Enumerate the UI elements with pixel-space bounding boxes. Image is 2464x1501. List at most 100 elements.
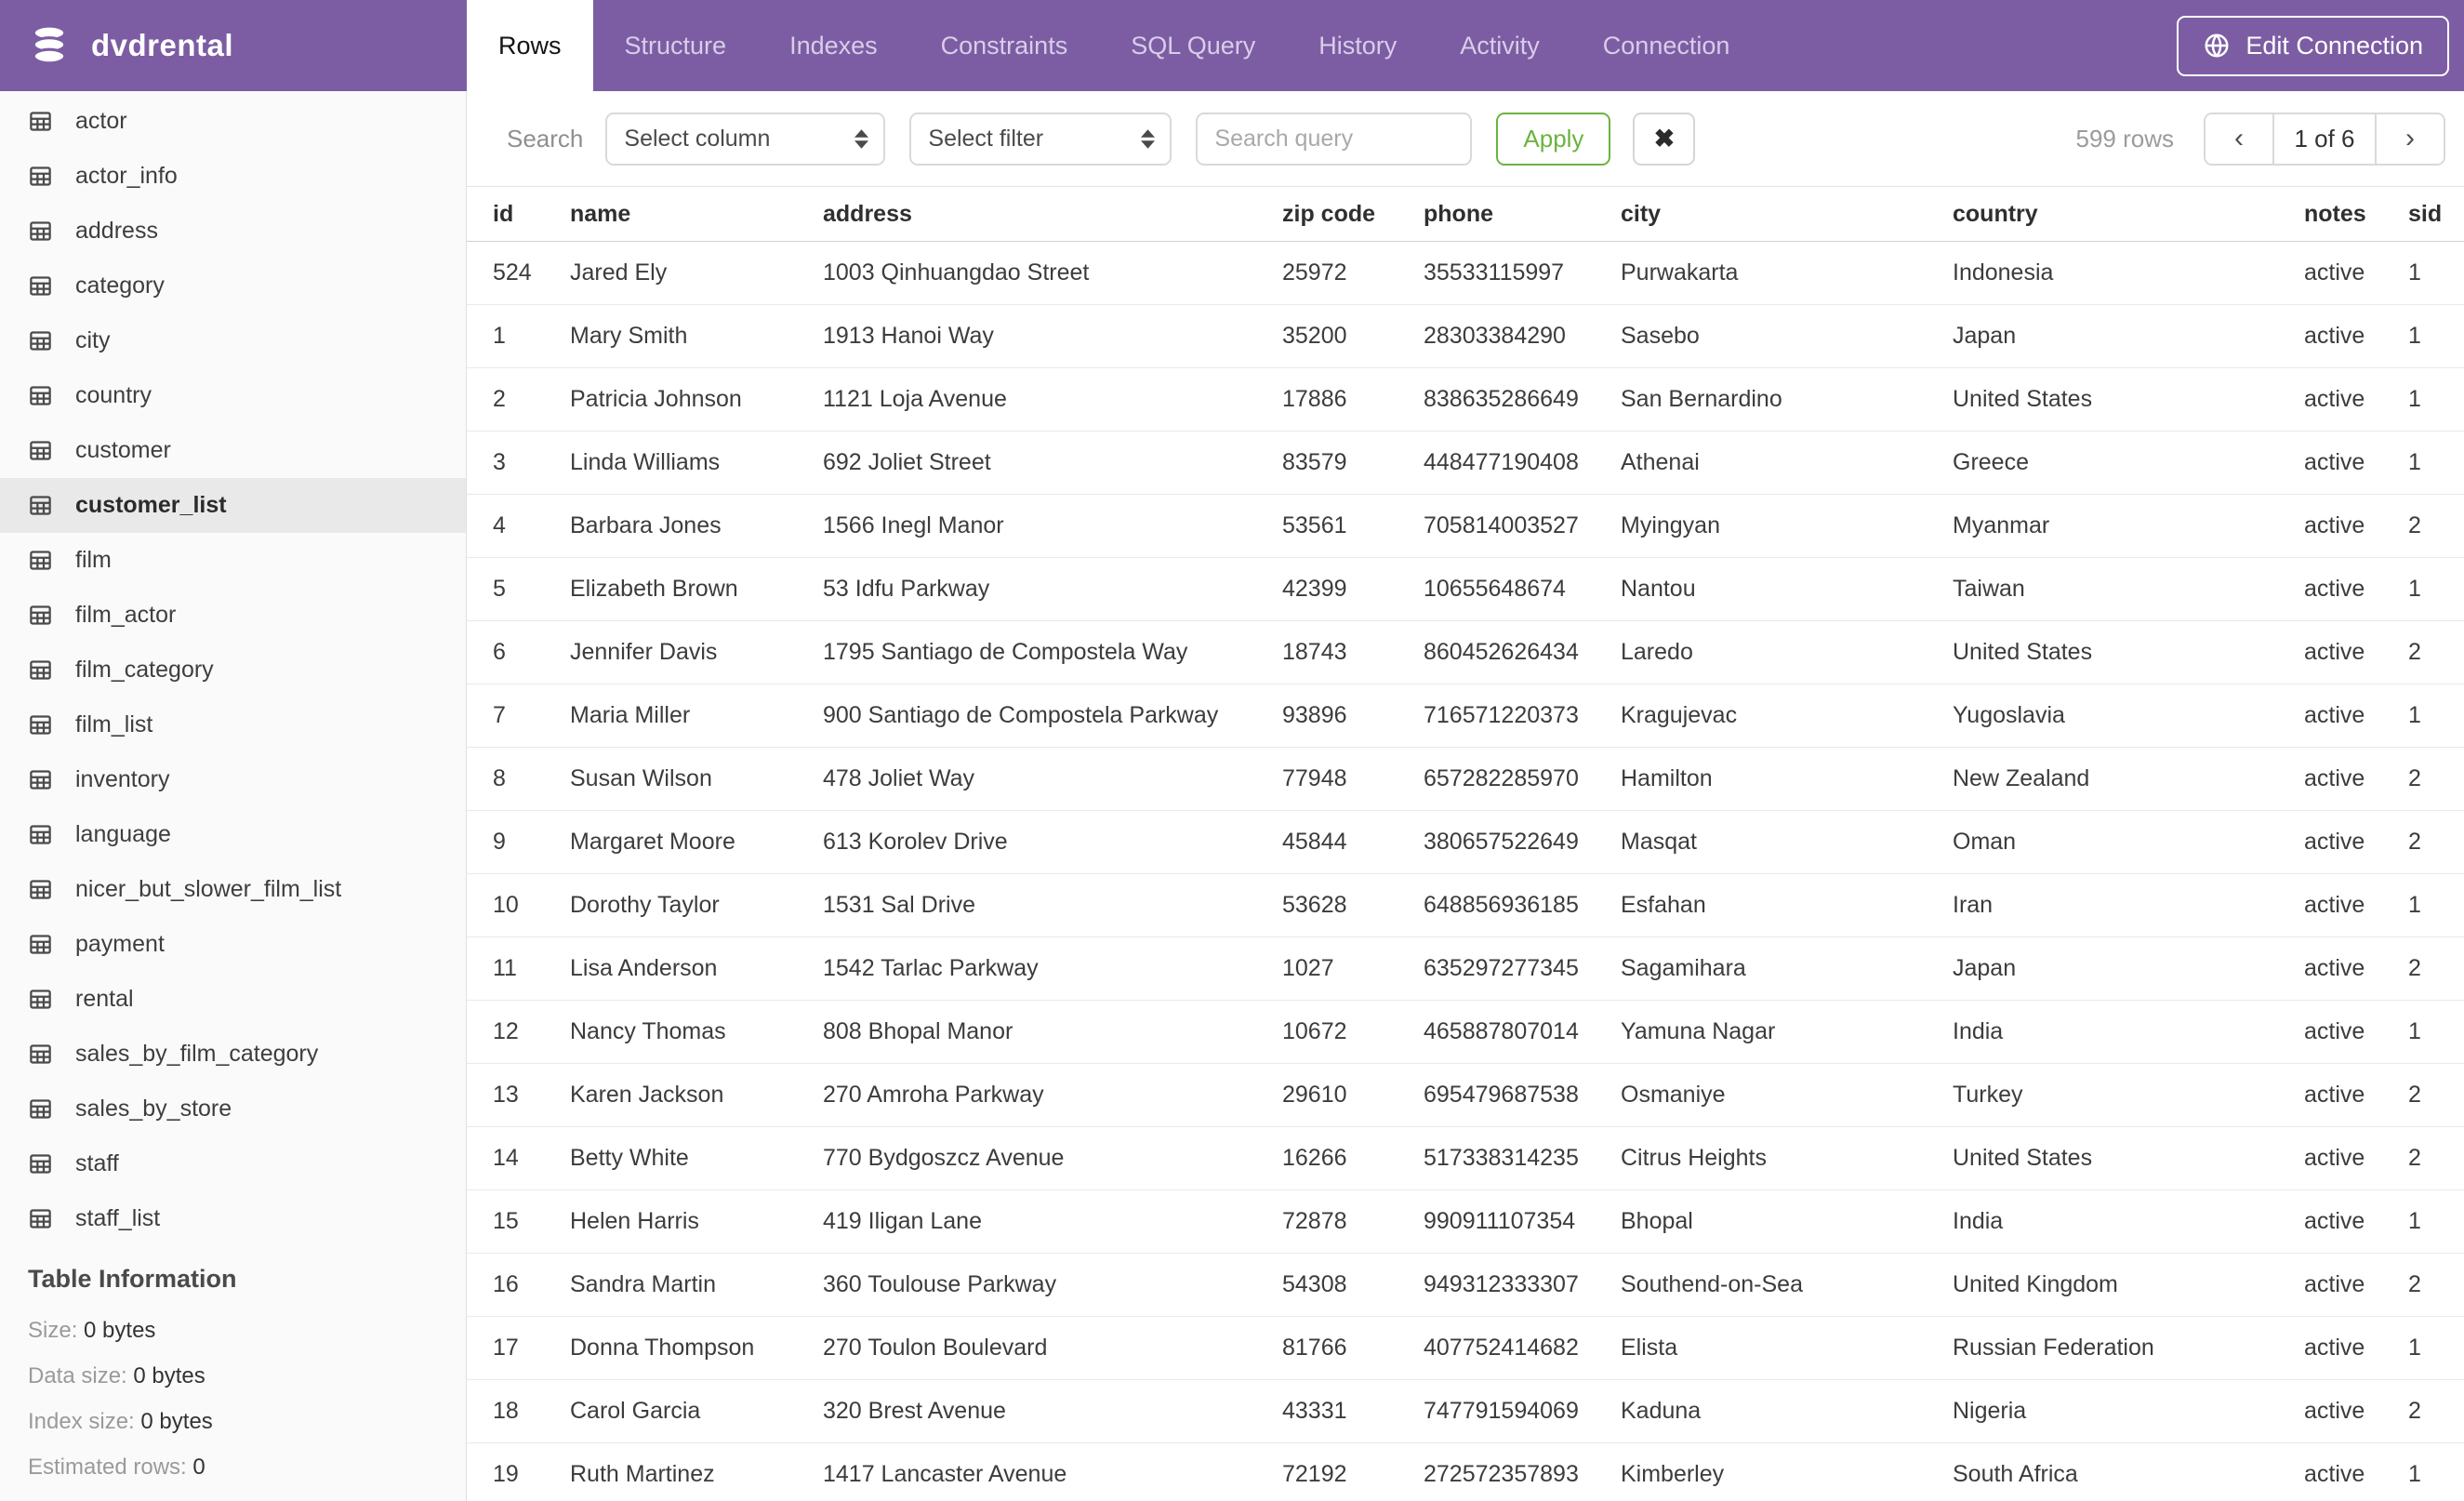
table-cell[interactable]: 1003 Qinhuangdao Street	[823, 241, 1282, 305]
table-cell[interactable]: 613 Korolev Drive	[823, 810, 1282, 874]
table-cell[interactable]: 1913 Hanoi Way	[823, 304, 1282, 368]
table-cell[interactable]: 949312333307	[1424, 1253, 1621, 1317]
table-cell[interactable]: 270 Toulon Boulevard	[823, 1316, 1282, 1380]
table-cell[interactable]: Yamuna Nagar	[1621, 1000, 1953, 1064]
table-cell[interactable]: 1531 Sal Drive	[823, 873, 1282, 937]
table-cell[interactable]: 1417 Lancaster Avenue	[823, 1442, 1282, 1501]
prev-page-button[interactable]: ‹	[2206, 113, 2272, 164]
table-cell[interactable]: 16	[467, 1253, 570, 1317]
table-cell[interactable]: Citrus Heights	[1621, 1126, 1953, 1190]
table-cell[interactable]: Maria Miller	[570, 684, 823, 748]
table-cell[interactable]: active	[2304, 1063, 2408, 1127]
column-header-country[interactable]: country	[1953, 186, 2304, 242]
table-row[interactable]: 3 Linda Williams 692 Joliet Street 83579 448…	[467, 431, 2464, 495]
table-cell[interactable]: 3	[467, 431, 570, 495]
table-cell[interactable]: 14	[467, 1126, 570, 1190]
table-cell[interactable]: Barbara Jones	[570, 494, 823, 558]
table-cell[interactable]: Kaduna	[1621, 1379, 1953, 1443]
table-cell[interactable]: 360 Toulouse Parkway	[823, 1253, 1282, 1317]
table-cell[interactable]: 900 Santiago de Compostela Parkway	[823, 684, 1282, 748]
table-cell[interactable]: Southend-on-Sea	[1621, 1253, 1953, 1317]
table-row[interactable]: 2 Patricia Johnson 1121 Loja Avenue 17886 83…	[467, 367, 2464, 432]
table-cell[interactable]: 1121 Loja Avenue	[823, 367, 1282, 432]
table-cell[interactable]: South Africa	[1953, 1442, 2304, 1501]
table-cell[interactable]: 517338314235	[1424, 1126, 1621, 1190]
table-cell[interactable]: 1027	[1282, 936, 1424, 1001]
table-cell[interactable]: 716571220373	[1424, 684, 1621, 748]
table-cell[interactable]: 45844	[1282, 810, 1424, 874]
table-row[interactable]: 8 Susan Wilson 478 Joliet Way 77948 65728228…	[467, 747, 2464, 811]
table-cell[interactable]: 1	[2408, 367, 2464, 432]
table-cell[interactable]: Nantou	[1621, 557, 1953, 621]
edit-connection-button[interactable]: Edit Connection	[2177, 15, 2449, 76]
column-header-name[interactable]: name	[570, 186, 823, 242]
table-cell[interactable]: active	[2304, 431, 2408, 495]
table-cell[interactable]: Iran	[1953, 873, 2304, 937]
table-cell[interactable]: 6	[467, 620, 570, 684]
table-cell[interactable]: 1	[2408, 684, 2464, 748]
table-cell[interactable]: United States	[1953, 367, 2304, 432]
table-cell[interactable]: 53561	[1282, 494, 1424, 558]
tab-rows[interactable]: Rows	[467, 0, 593, 91]
table-cell[interactable]: 1	[2408, 1316, 2464, 1380]
table-cell[interactable]: 705814003527	[1424, 494, 1621, 558]
column-header-phone[interactable]: phone	[1424, 186, 1621, 242]
sidebar-item-category[interactable]: category	[0, 259, 466, 313]
table-cell[interactable]: Nancy Thomas	[570, 1000, 823, 1064]
table-cell[interactable]: 419 Iligan Lane	[823, 1189, 1282, 1254]
table-cell[interactable]: New Zealand	[1953, 747, 2304, 811]
column-select[interactable]: Select column	[605, 112, 886, 166]
table-cell[interactable]: 524	[467, 241, 570, 305]
table-cell[interactable]: Masqat	[1621, 810, 1953, 874]
table-cell[interactable]: Purwakarta	[1621, 241, 1953, 305]
table-cell[interactable]: 42399	[1282, 557, 1424, 621]
table-cell[interactable]: India	[1953, 1000, 2304, 1064]
table-cell[interactable]: Russian Federation	[1953, 1316, 2304, 1380]
table-cell[interactable]: 407752414682	[1424, 1316, 1621, 1380]
table-cell[interactable]: Laredo	[1621, 620, 1953, 684]
sidebar-item-address[interactable]: address	[0, 204, 466, 259]
table-row[interactable]: 5 Elizabeth Brown 53 Idfu Parkway 42399 1065…	[467, 557, 2464, 621]
table-cell[interactable]: Jennifer Davis	[570, 620, 823, 684]
table-cell[interactable]: 1	[2408, 873, 2464, 937]
table-row[interactable]: 524 Jared Ely 1003 Qinhuangdao Street 25972…	[467, 241, 2464, 305]
tab-sql-query[interactable]: SQL Query	[1099, 0, 1287, 91]
table-cell[interactable]: 1	[2408, 1442, 2464, 1501]
table-cell[interactable]: 93896	[1282, 684, 1424, 748]
table-cell[interactable]: active	[2304, 936, 2408, 1001]
table-cell[interactable]: Bhopal	[1621, 1189, 1953, 1254]
table-row[interactable]: 10 Dorothy Taylor 1531 Sal Drive 53628 64885…	[467, 873, 2464, 937]
table-cell[interactable]: 770 Bydgoszcz Avenue	[823, 1126, 1282, 1190]
table-cell[interactable]: Linda Williams	[570, 431, 823, 495]
table-cell[interactable]: 53 Idfu Parkway	[823, 557, 1282, 621]
table-cell[interactable]: 1	[2408, 1000, 2464, 1064]
table-cell[interactable]: 695479687538	[1424, 1063, 1621, 1127]
table-cell[interactable]: 272572357893	[1424, 1442, 1621, 1501]
column-header-notes[interactable]: notes	[2304, 186, 2408, 242]
table-cell[interactable]: 648856936185	[1424, 873, 1621, 937]
table-cell[interactable]: Betty White	[570, 1126, 823, 1190]
table-cell[interactable]: 12	[467, 1000, 570, 1064]
table-cell[interactable]: 83579	[1282, 431, 1424, 495]
table-cell[interactable]: 4	[467, 494, 570, 558]
table-cell[interactable]: 320 Brest Avenue	[823, 1379, 1282, 1443]
table-cell[interactable]: Hamilton	[1621, 747, 1953, 811]
table-cell[interactable]: Turkey	[1953, 1063, 2304, 1127]
table-cell[interactable]: Kragujevac	[1621, 684, 1953, 748]
table-cell[interactable]: 1	[467, 304, 570, 368]
table-cell[interactable]: active	[2304, 684, 2408, 748]
column-header-address[interactable]: address	[823, 186, 1282, 242]
table-cell[interactable]: 2	[2408, 494, 2464, 558]
tab-history[interactable]: History	[1287, 0, 1428, 91]
table-cell[interactable]: active	[2304, 1379, 2408, 1443]
table-cell[interactable]: Lisa Anderson	[570, 936, 823, 1001]
table-cell[interactable]: 77948	[1282, 747, 1424, 811]
table-cell[interactable]: 19	[467, 1442, 570, 1501]
table-cell[interactable]: 10655648674	[1424, 557, 1621, 621]
sidebar-item-customer_list[interactable]: customer_list	[0, 478, 466, 533]
table-cell[interactable]: active	[2304, 557, 2408, 621]
table-cell[interactable]: 35200	[1282, 304, 1424, 368]
sidebar-item-nicer_but_slower_film_list[interactable]: nicer_but_slower_film_list	[0, 862, 466, 917]
table-cell[interactable]: active	[2304, 367, 2408, 432]
table-cell[interactable]: Kimberley	[1621, 1442, 1953, 1501]
